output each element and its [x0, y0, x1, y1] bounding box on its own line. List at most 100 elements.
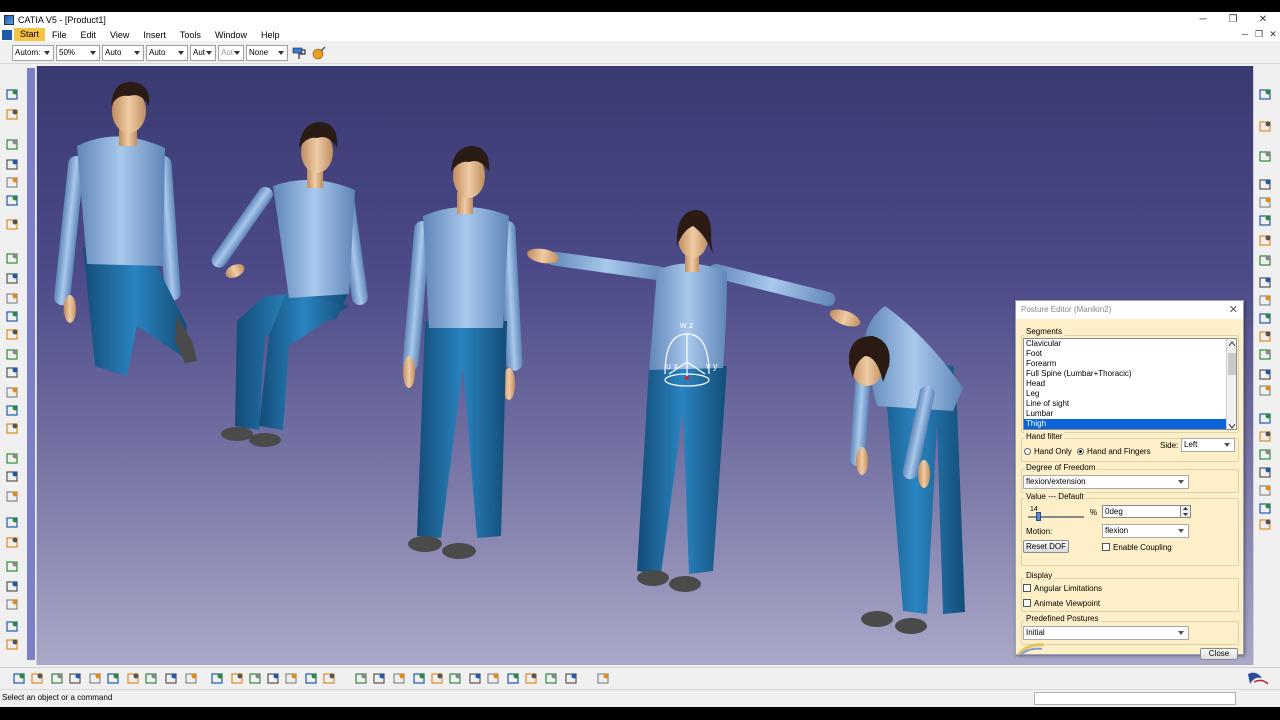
- menu-view[interactable]: View: [103, 30, 136, 40]
- r-tool-icon[interactable]: [1259, 179, 1271, 190]
- b-tool-icon[interactable]: [249, 673, 261, 684]
- viewport-scrollbar[interactable]: [27, 68, 35, 660]
- r-tool-icon[interactable]: [1259, 385, 1271, 396]
- l-tool-icon[interactable]: [6, 177, 18, 188]
- l-tool-icon[interactable]: [6, 311, 18, 322]
- r-tool-icon[interactable]: [1259, 197, 1271, 208]
- l-tool-icon[interactable]: [6, 405, 18, 416]
- b-tool-icon[interactable]: [355, 673, 367, 684]
- l-tool-icon[interactable]: [6, 139, 18, 150]
- l-tool-icon[interactable]: [6, 491, 18, 502]
- format-painter-icon[interactable]: [290, 44, 308, 62]
- b-tool-icon[interactable]: [597, 673, 609, 684]
- b-tool-icon[interactable]: [305, 673, 317, 684]
- menu-tools[interactable]: Tools: [173, 30, 208, 40]
- r-tool-icon[interactable]: [1259, 331, 1271, 342]
- r-tool-icon[interactable]: [1259, 467, 1271, 478]
- l-tool-icon[interactable]: [6, 639, 18, 650]
- layer-select[interactable]: None: [246, 44, 288, 61]
- enable-coupling-checkbox[interactable]: Enable Coupling: [1102, 543, 1172, 552]
- b-tool-icon[interactable]: [487, 673, 499, 684]
- b-tool-icon[interactable]: [565, 673, 577, 684]
- b-tool-icon[interactable]: [89, 673, 101, 684]
- b-tool-icon[interactable]: [431, 673, 443, 684]
- l-tool-icon[interactable]: [6, 293, 18, 304]
- segment-item[interactable]: Lumbar: [1024, 409, 1236, 419]
- document-icon[interactable]: [2, 29, 12, 40]
- enable-coupling-box[interactable]: [1102, 543, 1110, 551]
- b-tool-icon[interactable]: [323, 673, 335, 684]
- l-tool-icon[interactable]: [6, 349, 18, 360]
- b-tool-icon[interactable]: [165, 673, 177, 684]
- manikin-seated[interactable]: [209, 122, 369, 447]
- b-tool-icon[interactable]: [13, 673, 25, 684]
- r-tool-icon[interactable]: [1259, 449, 1271, 460]
- close-dialog-button[interactable]: Close: [1200, 648, 1238, 660]
- transparency-select[interactable]: 50%: [56, 44, 100, 61]
- doc-restore-button[interactable]: ❐: [1252, 28, 1266, 41]
- b-tool-icon[interactable]: [231, 673, 243, 684]
- close-button[interactable]: ✕: [1248, 12, 1278, 28]
- l-tool-icon[interactable]: [6, 537, 18, 548]
- l-tool-icon[interactable]: [6, 89, 18, 100]
- value-input[interactable]: 0deg: [1102, 505, 1182, 518]
- hand-only-radio-dot[interactable]: [1024, 448, 1031, 455]
- bottom-toolbar-icons[interactable]: [0, 668, 1280, 690]
- rendering-style-select[interactable]: Aut: [218, 44, 244, 61]
- r-tool-icon[interactable]: [1259, 235, 1271, 246]
- animate-viewpoint-box[interactable]: [1023, 599, 1031, 607]
- segment-item[interactable]: Clavicular: [1024, 339, 1236, 349]
- l-tool-icon[interactable]: [6, 253, 18, 264]
- b-tool-icon[interactable]: [185, 673, 197, 684]
- r-tool-icon[interactable]: [1259, 277, 1271, 288]
- doc-close-button[interactable]: ✕: [1266, 28, 1280, 41]
- command-input[interactable]: [1034, 692, 1236, 705]
- b-tool-icon[interactable]: [507, 673, 519, 684]
- segments-list[interactable]: Clavicular Foot Forearm Full Spine (Lumbar+…: [1023, 338, 1237, 430]
- minimize-button[interactable]: ─: [1188, 12, 1218, 28]
- menu-window[interactable]: Window: [208, 30, 254, 40]
- l-tool-icon[interactable]: [6, 367, 18, 378]
- line-thickness-select[interactable]: Auto: [102, 44, 144, 61]
- side-select[interactable]: Left: [1181, 438, 1235, 452]
- r-tool-icon[interactable]: [1259, 431, 1271, 442]
- dof-select[interactable]: flexion/extension: [1023, 475, 1189, 489]
- l-tool-icon[interactable]: [6, 219, 18, 230]
- b-tool-icon[interactable]: [69, 673, 81, 684]
- r-tool-icon[interactable]: [1259, 89, 1271, 100]
- b-tool-icon[interactable]: [51, 673, 63, 684]
- segment-item[interactable]: Forearm: [1024, 359, 1236, 369]
- l-tool-icon[interactable]: [6, 581, 18, 592]
- animate-viewpoint-checkbox[interactable]: Animate Viewpoint: [1023, 599, 1100, 608]
- r-tool-icon[interactable]: [1259, 121, 1271, 132]
- l-tool-icon[interactable]: [6, 159, 18, 170]
- b-tool-icon[interactable]: [393, 673, 405, 684]
- l-tool-icon[interactable]: [6, 109, 18, 120]
- r-tool-icon[interactable]: [1259, 215, 1271, 226]
- b-tool-icon[interactable]: [449, 673, 461, 684]
- l-tool-icon[interactable]: [6, 423, 18, 434]
- hand-only-radio[interactable]: Hand Only: [1024, 447, 1072, 456]
- b-tool-icon[interactable]: [469, 673, 481, 684]
- l-tool-icon[interactable]: [6, 561, 18, 572]
- point-symbol-select[interactable]: Aut: [190, 44, 216, 61]
- r-tool-icon[interactable]: [1259, 255, 1271, 266]
- menu-start[interactable]: Start: [14, 28, 46, 41]
- menu-file[interactable]: File: [45, 30, 74, 40]
- left-toolbar-icons[interactable]: [1, 66, 27, 661]
- hand-fingers-radio[interactable]: Hand and Fingers: [1077, 447, 1151, 456]
- angular-limitations-checkbox[interactable]: Angular Limitations: [1023, 584, 1102, 593]
- dialog-close-icon[interactable]: ✕: [1229, 301, 1238, 319]
- b-tool-icon[interactable]: [285, 673, 297, 684]
- reset-dof-button[interactable]: Reset DOF: [1023, 540, 1069, 553]
- graphic-properties-icon[interactable]: [310, 44, 328, 62]
- r-tool-icon[interactable]: [1259, 369, 1271, 380]
- b-tool-icon[interactable]: [545, 673, 557, 684]
- value-slider-thumb[interactable]: [1035, 512, 1041, 521]
- segment-item[interactable]: Line of sight: [1024, 399, 1236, 409]
- b-tool-icon[interactable]: [413, 673, 425, 684]
- r-tool-icon[interactable]: [1259, 295, 1271, 306]
- manikin-kneeling[interactable]: [53, 81, 197, 376]
- b-tool-icon[interactable]: [31, 673, 43, 684]
- r-tool-icon[interactable]: [1259, 413, 1271, 424]
